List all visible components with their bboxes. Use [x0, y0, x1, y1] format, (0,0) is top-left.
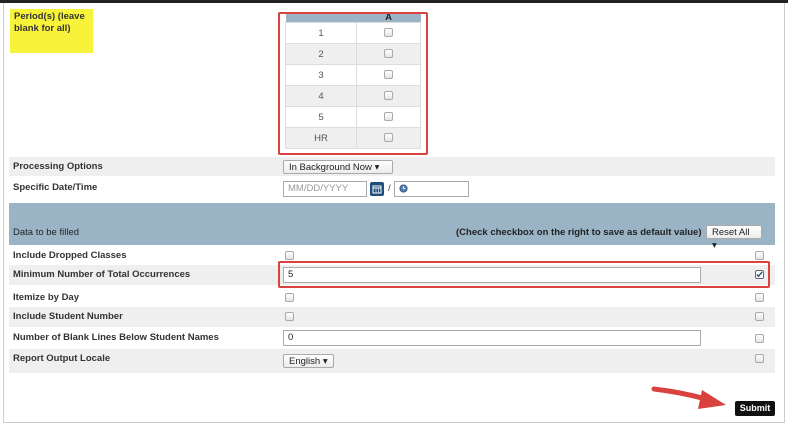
periods-annotation-box: [278, 12, 428, 155]
blank-lines-value: 0: [288, 332, 294, 343]
data-section-hint: (Check checkbox on the right to save as …: [456, 227, 702, 238]
blank-lines-input[interactable]: 0: [283, 330, 701, 346]
locale-select[interactable]: English ▾: [283, 354, 334, 368]
blank-lines-default-checkbox[interactable]: [755, 334, 764, 343]
blank-lines-row: Number of Blank Lines Below Student Name…: [9, 327, 775, 349]
include-student-number-row: Include Student Number: [9, 307, 775, 327]
date-input[interactable]: MM/DD/YYYY: [283, 181, 367, 197]
processing-options-value: In Background Now: [289, 162, 372, 173]
locale-value: English: [289, 356, 321, 367]
min-occurrences-label: Minimum Number of Total Occurrences: [13, 269, 191, 280]
processing-options-row: Processing Options In Background Now ▾: [9, 157, 775, 176]
itemize-row: Itemize by Day: [9, 287, 775, 307]
caret-down-icon: ▾: [374, 162, 380, 173]
calendar-icon[interactable]: [370, 182, 384, 196]
include-student-number-label: Include Student Number: [13, 311, 123, 322]
itemize-checkbox[interactable]: [285, 293, 294, 302]
include-dropped-label: Include Dropped Classes: [13, 250, 127, 261]
processing-options-label: Processing Options: [13, 161, 103, 172]
data-section-title: Data to be filled: [13, 227, 80, 238]
submit-button[interactable]: Submit: [735, 401, 775, 416]
caret-down-icon: ▾: [322, 356, 328, 367]
reset-all-select[interactable]: Reset All ▾: [706, 225, 762, 251]
arrow-annotation-icon: [651, 386, 726, 409]
locale-row: Report Output Locale English ▾: [9, 349, 775, 373]
data-section-header: Data to be filled (Check checkbox on the…: [9, 203, 775, 251]
locale-label: Report Output Locale: [13, 353, 111, 364]
date-placeholder: MM/DD/YYYY: [288, 183, 349, 194]
include-dropped-default-checkbox[interactable]: [755, 251, 764, 260]
min-occurrences-annotation-box: [278, 261, 770, 288]
specific-datetime-row: Specific Date/Time MM/DD/YYYY /: [9, 177, 775, 201]
processing-options-select[interactable]: In Background Now ▾: [283, 160, 393, 174]
datetime-separator: /: [388, 183, 391, 194]
clock-icon: [399, 184, 408, 193]
include-student-number-checkbox[interactable]: [285, 312, 294, 321]
itemize-default-checkbox[interactable]: [755, 293, 764, 302]
reset-all-value: Reset All: [712, 227, 750, 238]
periods-label: Period(s) (leave blank for all): [10, 9, 93, 53]
include-dropped-checkbox[interactable]: [285, 251, 294, 260]
specific-datetime-label: Specific Date/Time: [13, 182, 98, 193]
time-input[interactable]: [394, 181, 469, 197]
itemize-label: Itemize by Day: [13, 292, 79, 303]
locale-default-checkbox[interactable]: [755, 354, 764, 363]
include-student-number-default-checkbox[interactable]: [755, 312, 764, 321]
blank-lines-label: Number of Blank Lines Below Student Name…: [13, 332, 219, 343]
